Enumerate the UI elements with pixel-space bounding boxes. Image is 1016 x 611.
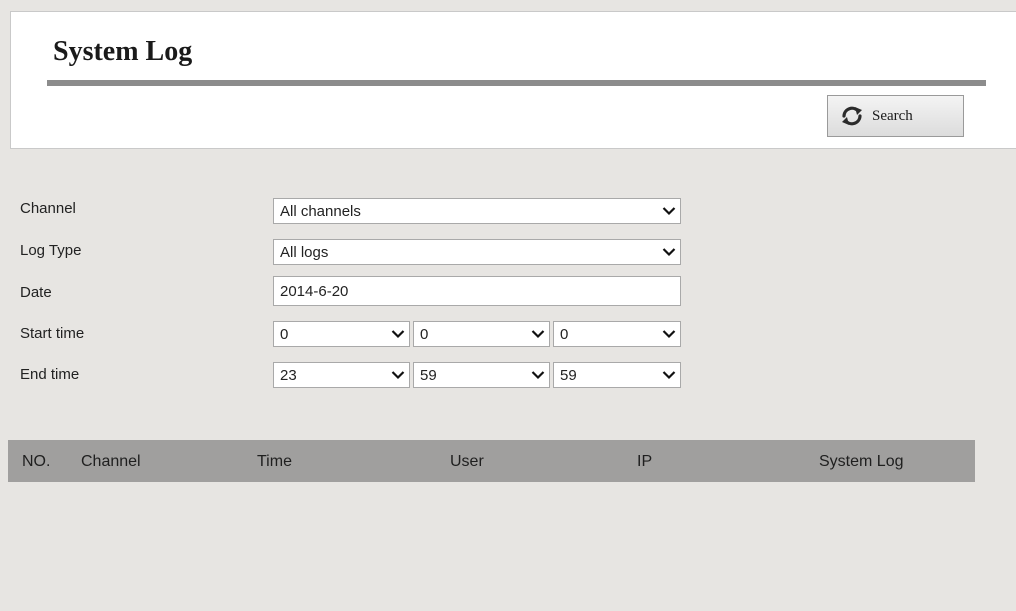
end-second-select[interactable]: 59 (553, 362, 681, 388)
chevron-down-icon (658, 247, 680, 257)
channel-select[interactable]: All channels (273, 198, 681, 224)
date-label: Date (20, 284, 52, 301)
chevron-down-icon (658, 206, 680, 216)
page-title: System Log (53, 36, 193, 67)
chevron-down-icon (387, 370, 409, 380)
end-hour-select[interactable]: 23 (273, 362, 410, 388)
chevron-down-icon (387, 329, 409, 339)
start-second-value: 0 (560, 325, 569, 343)
start-time-label: Start time (20, 325, 85, 342)
end-second-value: 59 (560, 366, 577, 384)
refresh-icon (840, 104, 864, 128)
start-second-select[interactable]: 0 (553, 321, 681, 347)
end-hour-value: 23 (280, 366, 297, 384)
channel-select-value: All channels (280, 202, 361, 220)
end-minute-value: 59 (420, 366, 437, 384)
start-minute-value: 0 (420, 325, 429, 343)
search-button-label: Search (872, 107, 913, 124)
end-minute-select[interactable]: 59 (413, 362, 550, 388)
start-hour-select[interactable]: 0 (273, 321, 410, 347)
column-header-no: NO. (22, 453, 51, 470)
title-divider (47, 80, 986, 86)
chevron-down-icon (658, 329, 680, 339)
log-type-select[interactable]: All logs (273, 239, 681, 265)
date-input[interactable]: 2014-6-20 (273, 276, 681, 306)
column-header-time: Time (257, 453, 292, 470)
date-input-value: 2014-6-20 (280, 282, 349, 300)
chevron-down-icon (527, 370, 549, 380)
log-type-select-value: All logs (280, 243, 329, 261)
column-header-channel: Channel (81, 453, 141, 470)
log-table-header: NO. Channel Time User IP System Log (8, 440, 975, 482)
end-time-label: End time (20, 366, 80, 383)
start-minute-select[interactable]: 0 (413, 321, 550, 347)
start-hour-value: 0 (280, 325, 289, 343)
search-button[interactable]: Search (827, 95, 964, 137)
system-log-page: System Log Search Channel All channels L… (0, 0, 1016, 611)
chevron-down-icon (527, 329, 549, 339)
header-panel: System Log Search (10, 11, 1016, 149)
column-header-system-log: System Log (819, 453, 904, 470)
chevron-down-icon (658, 370, 680, 380)
column-header-user: User (450, 453, 484, 470)
column-header-ip: IP (637, 453, 653, 470)
log-type-label: Log Type (20, 242, 82, 259)
channel-label: Channel (20, 200, 76, 217)
